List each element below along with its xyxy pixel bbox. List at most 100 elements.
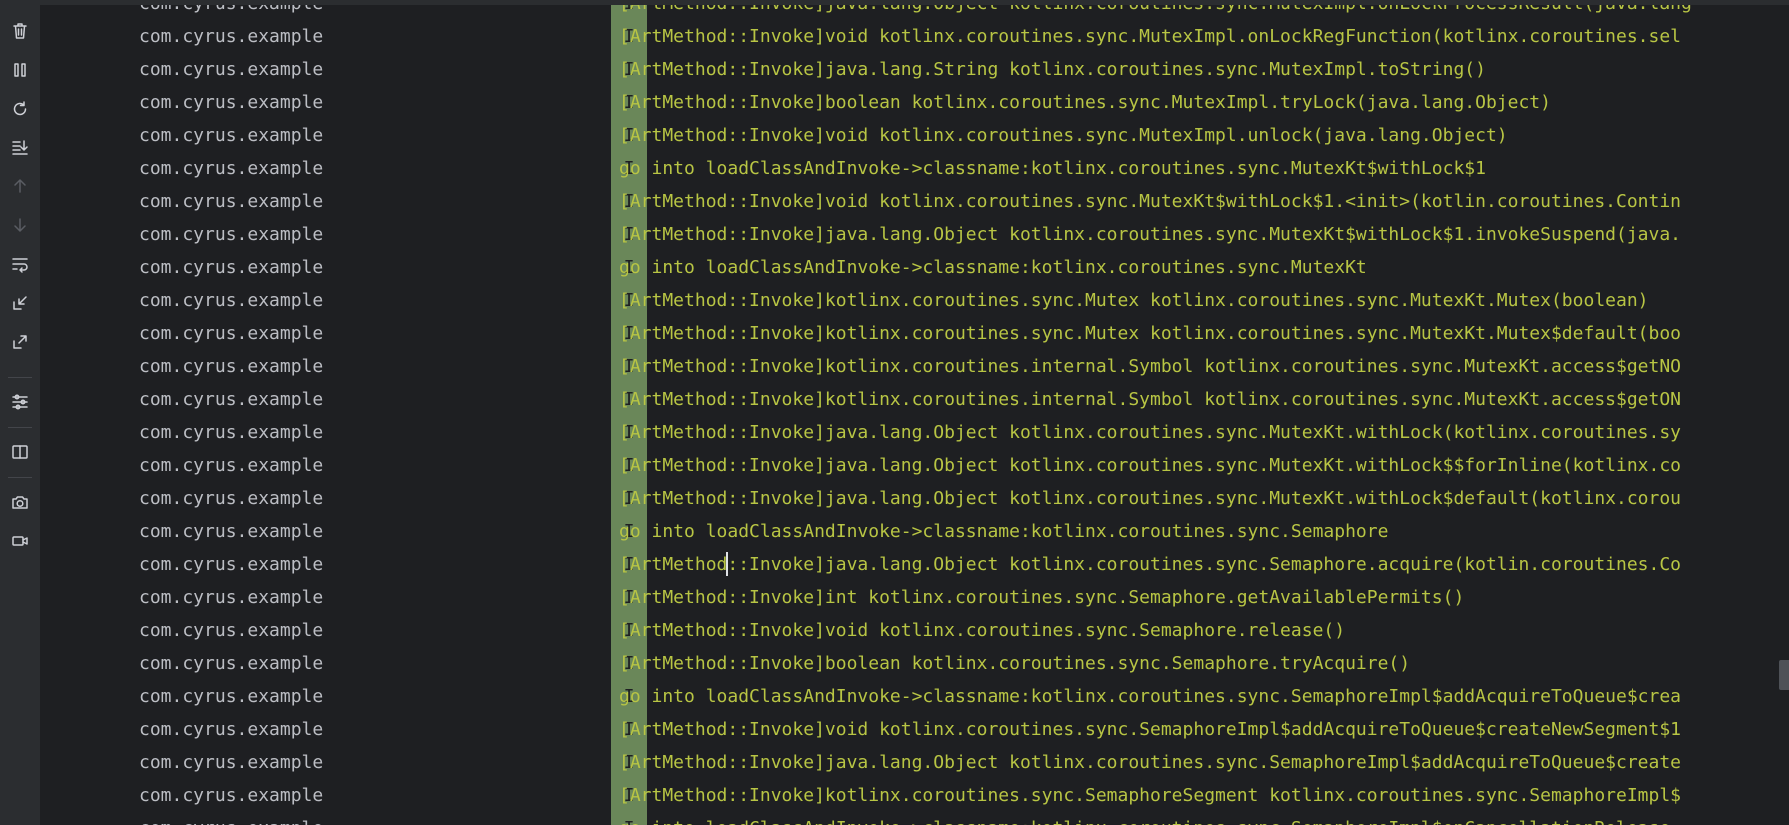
log-row[interactable]: com.cyrus.example I [ArtMethod::Invoke]jav… — [41, 746, 1789, 779]
restart-button[interactable] — [6, 95, 34, 123]
split-panels-icon — [12, 445, 28, 459]
log-message: [ArtMethod::Invoke]boolean kotlinx.corou… — [619, 92, 1551, 113]
log-package-name: com.cyrus.example — [139, 191, 324, 212]
log-message: [ArtMethod::Invoke]void kotlinx.coroutin… — [619, 26, 1682, 47]
log-row[interactable]: com.cyrus.example I [ArtMethod::Invoke]boo… — [41, 647, 1789, 680]
log-message: [ArtMethod::Invoke]java.lang.String kotl… — [619, 59, 1486, 80]
log-message: [ArtMethod::Invoke]java.lang.Object kotl… — [619, 422, 1682, 443]
log-message: [ArtMethod::Invoke]java.lang.Object kotl… — [619, 224, 1682, 245]
log-row[interactable]: com.cyrus.exampleIgo into loadClassAndIn… — [41, 251, 1789, 284]
log-row[interactable]: com.cyrus.example I [ArtMethod::Invoke]jav… — [41, 218, 1789, 251]
fold-icon — [13, 296, 27, 310]
log-row[interactable]: com.cyrus.exampleIgo into loadClassAndIn… — [41, 152, 1789, 185]
arrow-down-icon — [14, 218, 26, 232]
log-message: [ArtMethod::Invoke]boolean kotlinx.corou… — [619, 653, 1411, 674]
log-row[interactable]: com.cyrus.example I [ArtMethod::Invoke]kot… — [41, 284, 1789, 317]
log-package-name: com.cyrus.example — [139, 785, 324, 806]
restart-icon — [13, 101, 27, 116]
log-row[interactable]: com.cyrus.example I [ArtMethod::Invoke]jav… — [41, 548, 1789, 581]
soft-wrap-icon — [12, 258, 28, 273]
log-package-name: com.cyrus.example — [139, 686, 324, 707]
panel-top-border — [0, 0, 1789, 5]
log-message: [ArtMethod::Invoke]int kotlinx.coroutine… — [619, 587, 1465, 608]
log-package-name: com.cyrus.example — [139, 389, 324, 410]
log-message: [ArtMethod::Invoke]kotlinx.coroutines.sy… — [619, 290, 1649, 311]
unfold-button[interactable] — [6, 328, 34, 356]
log-message: [ArtMethod::Invoke]void kotlinx.coroutin… — [619, 620, 1346, 641]
logcat-format-button[interactable] — [6, 388, 34, 416]
log-row[interactable]: com.cyrus.example I [ArtMethod::Invoke]voi… — [41, 20, 1789, 53]
log-package-name: com.cyrus.example — [139, 356, 324, 377]
unfold-icon — [13, 335, 27, 349]
log-package-name: com.cyrus.example — [139, 521, 324, 542]
log-message: [ArtMethod::Invoke]kotlinx.coroutines.in… — [619, 389, 1682, 410]
video-icon — [12, 536, 28, 546]
logcat-toolbar — [0, 0, 41, 825]
log-row[interactable]: com.cyrus.example I [ArtMethod::Invoke]voi… — [41, 614, 1789, 647]
split-panels-button[interactable] — [6, 438, 34, 466]
log-message: [ArtMethod::Invoke]kotlinx.coroutines.sy… — [619, 785, 1682, 806]
screen-record-button[interactable] — [6, 527, 34, 555]
scroll-to-end-icon — [12, 140, 28, 155]
text-cursor — [726, 552, 728, 576]
log-row[interactable]: com.cyrus.example I [ArtMethod::Invoke]voi… — [41, 185, 1789, 218]
next-occurrence-button[interactable] — [6, 211, 34, 239]
log-package-name: com.cyrus.example — [139, 125, 324, 146]
scroll-to-end-button[interactable] — [6, 133, 34, 161]
log-row[interactable]: com.cyrus.example I [ArtMethod::Invoke]kot… — [41, 383, 1789, 416]
log-row[interactable]: com.cyrus.example I [ArtMethod::Invoke]voi… — [41, 713, 1789, 746]
log-row[interactable]: com.cyrus.example I [ArtMethod::Invoke]jav… — [41, 416, 1789, 449]
log-package-name: com.cyrus.example — [139, 653, 324, 674]
log-row[interactable]: com.cyrus.example I [ArtMethod::Invoke]jav… — [41, 449, 1789, 482]
pause-icon — [14, 63, 26, 77]
log-row[interactable]: com.cyrus.example I [ArtMethod::Invoke]kot… — [41, 317, 1789, 350]
log-row[interactable]: com.cyrus.example I [ArtMethod::Invoke]boo… — [41, 86, 1789, 119]
screenshot-button[interactable] — [6, 488, 34, 516]
fold-button[interactable] — [6, 289, 34, 317]
log-message: [ArtMethod::Invoke]kotlinx.coroutines.sy… — [619, 323, 1682, 344]
log-package-name: com.cyrus.example — [139, 422, 324, 443]
log-package-name: com.cyrus.example — [139, 158, 324, 179]
log-row[interactable]: com.cyrus.exampleIgo into loadClassAndIn… — [41, 812, 1789, 825]
log-message: [ArtMethod::Invoke]java.lang.Object kotl… — [619, 752, 1682, 773]
log-package-name: com.cyrus.example — [139, 26, 324, 47]
log-message: [ArtMethod::Invoke]void kotlinx.coroutin… — [619, 719, 1682, 740]
log-row[interactable]: com.cyrus.exampleIgo into loadClassAndIn… — [41, 515, 1789, 548]
clear-logcat-button[interactable] — [6, 17, 34, 45]
log-package-name: com.cyrus.example — [139, 257, 324, 278]
log-row[interactable]: com.cyrus.exampleIgo into loadClassAndIn… — [41, 680, 1789, 713]
soft-wrap-button[interactable] — [6, 250, 34, 278]
log-message: [ArtMethod::Invoke]kotlinx.coroutines.in… — [619, 356, 1682, 377]
log-package-name: com.cyrus.example — [139, 752, 324, 773]
horizontal-scrollbar-thumb[interactable] — [1779, 660, 1789, 690]
log-message: [ArtMethod::Invoke]java.lang.Object kotl… — [619, 554, 1682, 575]
log-row[interactable]: com.cyrus.example I [ArtMethod::Invoke]jav… — [41, 53, 1789, 86]
log-row[interactable]: com.cyrus.example I [ArtMethod::Invoke]kot… — [41, 779, 1789, 812]
log-package-name: com.cyrus.example — [139, 290, 324, 311]
log-message: [ArtMethod::Invoke]java.lang.Object kotl… — [619, 488, 1682, 509]
previous-occurrence-button[interactable] — [6, 172, 34, 200]
log-message: go into loadClassAndInvoke->classname:ko… — [619, 158, 1486, 179]
log-row[interactable]: com.cyrus.example I [ArtMethod::Invoke]int… — [41, 581, 1789, 614]
log-row[interactable]: com.cyrus.example I [ArtMethod::Invoke]jav… — [41, 482, 1789, 515]
pause-button[interactable] — [6, 56, 34, 84]
log-row[interactable]: com.cyrus.example I [ArtMethod::Invoke]voi… — [41, 119, 1789, 152]
log-message: go into loadClassAndInvoke->classname:ko… — [619, 812, 1670, 825]
log-package-name: com.cyrus.example — [139, 224, 324, 245]
log-message: go into loadClassAndInvoke->classname:ko… — [619, 686, 1682, 707]
log-package-name: com.cyrus.example — [139, 719, 324, 740]
log-package-name: com.cyrus.example — [139, 620, 324, 641]
log-message: go into loadClassAndInvoke->classname:ko… — [619, 257, 1367, 278]
log-package-name: com.cyrus.example — [139, 92, 324, 113]
log-package-name: com.cyrus.example — [139, 59, 324, 80]
logcat-output[interactable]: com.cyrus.example I [ArtMethod::Invoke]jav… — [41, 0, 1789, 825]
arrow-up-icon — [14, 179, 26, 193]
log-package-name: com.cyrus.example — [139, 488, 324, 509]
log-row[interactable]: com.cyrus.example I [ArtMethod::Invoke]kot… — [41, 350, 1789, 383]
settings-sliders-icon — [12, 394, 28, 410]
log-message: go into loadClassAndInvoke->classname:ko… — [619, 521, 1389, 542]
log-package-name: com.cyrus.example — [139, 455, 324, 476]
trash-icon — [13, 23, 27, 39]
toolbar-separator — [8, 377, 32, 378]
log-package-name: com.cyrus.example — [139, 812, 323, 825]
